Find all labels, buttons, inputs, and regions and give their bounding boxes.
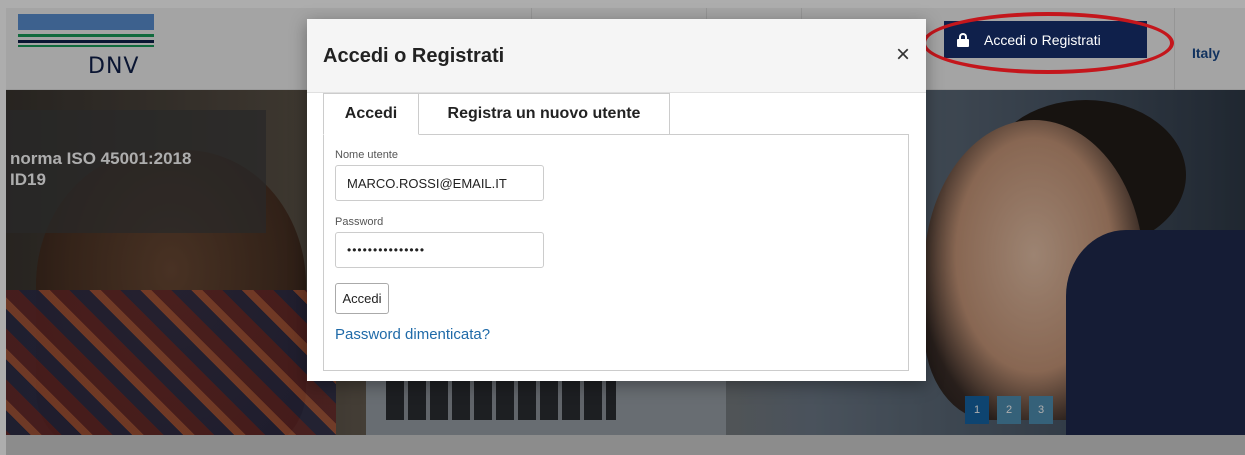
username-input[interactable]: MARCO.ROSSI@EMAIL.IT (335, 165, 544, 201)
tab-login[interactable]: Accedi (323, 93, 419, 135)
login-form: Nome utente MARCO.ROSSI@EMAIL.IT Passwor… (323, 134, 909, 371)
password-input[interactable]: ••••••••••••••• (335, 232, 544, 268)
modal-tabs: Accedi Registra un nuovo utente (323, 93, 670, 135)
forgot-password-link[interactable]: Password dimenticata? (335, 326, 490, 343)
page: DNV Italy norma ISO 45001:2018 ID19 1 2 … (0, 0, 1245, 455)
tab-register[interactable]: Registra un nuovo utente (419, 93, 670, 135)
login-modal: Accedi o Registrati × Accedi Registra un… (307, 19, 926, 381)
password-label: Password (335, 216, 384, 228)
modal-header: Accedi o Registrati × (307, 19, 926, 93)
modal-title: Accedi o Registrati (323, 45, 505, 67)
close-icon[interactable]: × (891, 41, 915, 69)
login-submit-button[interactable]: Accedi (335, 283, 389, 314)
highlight-ellipse (922, 12, 1174, 74)
username-label: Nome utente (335, 149, 398, 161)
